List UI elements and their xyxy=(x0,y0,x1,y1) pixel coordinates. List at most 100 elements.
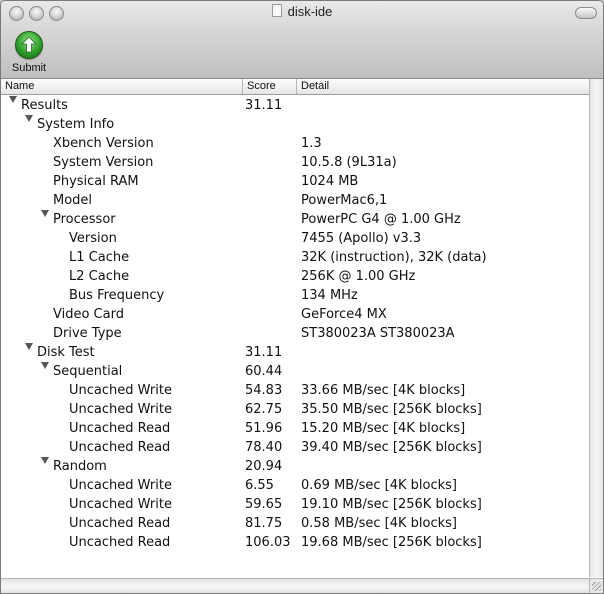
results-outline: Results 31.11 System Info Xbench Version 1.3… xyxy=(1,96,589,552)
outline-row[interactable]: L1 Cache 32K (instruction), 32K (data) xyxy=(1,248,589,267)
outline-row[interactable]: Xbench Version 1.3 xyxy=(1,134,589,153)
row-name: Version xyxy=(69,231,117,246)
row-name: Uncached Read xyxy=(69,516,171,531)
row-detail: 32K (instruction), 32K (data) xyxy=(301,250,487,265)
row-detail: 134 MHz xyxy=(301,288,358,303)
outline-row[interactable]: Random 20.94 xyxy=(1,457,589,476)
row-name: Results xyxy=(21,98,68,113)
row-detail: 35.50 MB/sec [256K blocks] xyxy=(301,402,482,417)
row-detail: 1024 MB xyxy=(301,174,359,189)
disclosure-triangle-icon[interactable] xyxy=(25,115,33,122)
outline-row[interactable]: Uncached Read 78.40 39.40 MB/sec [256K blo… xyxy=(1,438,589,457)
row-name: Uncached Write xyxy=(69,402,172,417)
row-detail: 0.69 MB/sec [4K blocks] xyxy=(301,478,457,493)
horizontal-scrollbar[interactable] xyxy=(1,578,590,593)
column-header-detail[interactable]: Detail xyxy=(297,79,589,94)
column-header-score[interactable]: Score xyxy=(243,79,297,94)
outline-row[interactable]: L2 Cache 256K @ 1.00 GHz xyxy=(1,267,589,286)
row-name: Processor xyxy=(53,212,116,227)
row-name: Uncached Read xyxy=(69,535,171,550)
row-name: Uncached Write xyxy=(69,478,172,493)
row-detail: GeForce4 MX xyxy=(301,307,387,322)
submit-button[interactable]: Submit xyxy=(7,31,51,74)
row-name: Uncached Write xyxy=(69,383,172,398)
app-window: disk-ide Submit Name Score Detail Result… xyxy=(0,0,604,594)
row-name: L1 Cache xyxy=(69,250,130,265)
row-score: 106.03 xyxy=(245,535,291,550)
toolbar-toggle-button[interactable] xyxy=(575,7,597,19)
disclosure-triangle-icon[interactable] xyxy=(41,457,49,464)
title-toolbar: disk-ide Submit xyxy=(1,1,603,79)
outline-row[interactable]: Uncached Write 54.83 33.66 MB/sec [4K bloc… xyxy=(1,381,589,400)
outline-row[interactable]: Drive Type ST380023A ST380023A xyxy=(1,324,589,343)
row-detail: 33.66 MB/sec [4K blocks] xyxy=(301,383,466,398)
disclosure-triangle-icon[interactable] xyxy=(41,210,49,217)
outline-row[interactable]: Processor PowerPC G4 @ 1.00 GHz xyxy=(1,210,589,229)
outline-row[interactable]: Video Card GeForce4 MX xyxy=(1,305,589,324)
outline-row[interactable]: System Info xyxy=(1,115,589,134)
outline-row[interactable]: Uncached Read 51.96 15.20 MB/sec [4K block… xyxy=(1,419,589,438)
row-name: L2 Cache xyxy=(69,269,130,284)
window-title-text: disk-ide xyxy=(287,4,333,19)
outline-row[interactable]: Uncached Write 59.65 19.10 MB/sec [256K bl… xyxy=(1,495,589,514)
row-detail: 10.5.8 (9L31a) xyxy=(301,155,397,170)
row-score: 60.44 xyxy=(245,364,283,379)
outline-row[interactable]: Sequential 60.44 xyxy=(1,362,589,381)
row-name: Physical RAM xyxy=(53,174,139,189)
row-name: Uncached Read xyxy=(69,421,171,436)
row-detail: 39.40 MB/sec [256K blocks] xyxy=(301,440,482,455)
disclosure-triangle-icon[interactable] xyxy=(9,96,17,103)
row-detail: 1.3 xyxy=(301,136,322,151)
outline-row[interactable]: Version 7455 (Apollo) v3.3 xyxy=(1,229,589,248)
outline-row[interactable]: Uncached Read 81.75 0.58 MB/sec [4K blocks… xyxy=(1,514,589,533)
row-detail: PowerMac6,1 xyxy=(301,193,388,208)
outline-row[interactable]: Uncached Write 6.55 0.69 MB/sec [4K blocks… xyxy=(1,476,589,495)
disclosure-triangle-icon[interactable] xyxy=(41,362,49,369)
row-name: Drive Type xyxy=(53,326,122,341)
resize-grip-icon xyxy=(592,582,601,591)
row-score: 54.83 xyxy=(245,383,283,398)
outline-row[interactable]: Bus Frequency 134 MHz xyxy=(1,286,589,305)
column-header: Name Score Detail xyxy=(1,79,589,95)
column-header-name[interactable]: Name xyxy=(1,79,243,94)
row-name: Uncached Write xyxy=(69,497,172,512)
outline-row[interactable]: Uncached Write 62.75 35.50 MB/sec [256K bl… xyxy=(1,400,589,419)
row-detail: 256K @ 1.00 GHz xyxy=(301,269,416,284)
row-score: 62.75 xyxy=(245,402,283,417)
row-detail: ST380023A ST380023A xyxy=(301,326,455,341)
disclosure-triangle-icon[interactable] xyxy=(25,343,33,350)
row-name: Uncached Read xyxy=(69,440,171,455)
row-score: 78.40 xyxy=(245,440,283,455)
row-name: Video Card xyxy=(53,307,124,322)
row-score: 51.96 xyxy=(245,421,283,436)
row-name: Xbench Version xyxy=(53,136,154,151)
row-name: System Info xyxy=(37,117,115,132)
row-detail: 15.20 MB/sec [4K blocks] xyxy=(301,421,466,436)
row-score: 20.94 xyxy=(245,459,283,474)
row-name: Sequential xyxy=(53,364,123,379)
vertical-scrollbar[interactable] xyxy=(589,79,603,577)
row-score: 59.65 xyxy=(245,497,283,512)
resize-corner[interactable] xyxy=(589,578,603,593)
row-detail: PowerPC G4 @ 1.00 GHz xyxy=(301,212,461,227)
row-score: 31.11 xyxy=(245,345,283,360)
outline-row[interactable]: System Version 10.5.8 (9L31a) xyxy=(1,153,589,172)
outline-row[interactable]: Physical RAM 1024 MB xyxy=(1,172,589,191)
row-detail: 7455 (Apollo) v3.3 xyxy=(301,231,422,246)
document-icon xyxy=(271,4,282,17)
green-up-arrow-icon xyxy=(15,31,43,59)
row-score: 31.11 xyxy=(245,98,283,113)
outline-row[interactable]: Results 31.11 xyxy=(1,96,589,115)
outline-row[interactable]: Uncached Read 106.03 19.68 MB/sec [256K bl… xyxy=(1,533,589,552)
row-detail: 19.10 MB/sec [256K blocks] xyxy=(301,497,482,512)
row-score: 81.75 xyxy=(245,516,283,531)
outline-row[interactable]: Disk Test 31.11 xyxy=(1,343,589,362)
row-score: 6.55 xyxy=(245,478,274,493)
submit-label: Submit xyxy=(11,62,47,74)
row-detail: 19.68 MB/sec [256K blocks] xyxy=(301,535,482,550)
row-name: Disk Test xyxy=(37,345,95,360)
outline-row[interactable]: Model PowerMac6,1 xyxy=(1,191,589,210)
row-detail: 0.58 MB/sec [4K blocks] xyxy=(301,516,457,531)
window-title: disk-ide xyxy=(1,4,603,19)
row-name: Random xyxy=(53,459,107,474)
